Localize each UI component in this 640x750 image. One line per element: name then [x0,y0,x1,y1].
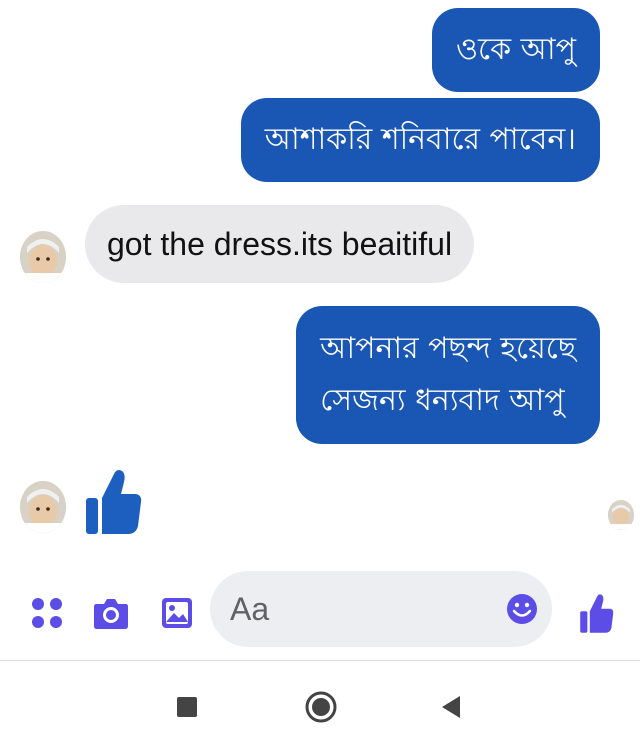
gallery-icon[interactable] [160,596,194,630]
avatar-photo [20,231,66,283]
avatar-photo [608,500,634,530]
navbar-divider [0,660,640,661]
outgoing-message-bubble[interactable]: আপনার পছন্দ হয়েছে সেজন্য ধন্যবাদ আপু [296,306,600,444]
like-icon[interactable] [578,592,616,634]
avatar-photo [20,481,66,533]
outgoing-message-bubble[interactable]: আশাকরি শনিবারে পাবেন। [240,98,600,182]
contact-avatar[interactable] [20,481,66,533]
message-text-line: সেজন্য ধন্যবাদ আপু [320,383,565,418]
seen-receipt-avatar [608,500,634,530]
message-text: got the dress.its beaitiful [107,226,453,262]
back-icon[interactable] [440,694,462,720]
like-sticker-icon[interactable] [84,466,144,536]
recent-apps-icon[interactable] [176,696,198,718]
incoming-message-bubble[interactable]: got the dress.its beaitiful [85,205,475,283]
message-text-line: আপনার পছন্দ হয়েছে [320,331,576,366]
message-text: ওকে আপু [455,32,576,67]
message-input-placeholder: Aa [230,591,270,627]
home-icon[interactable] [304,690,338,724]
outgoing-message-bubble[interactable]: ওকে আপু [431,8,600,92]
message-input[interactable]: Aa [210,571,552,647]
message-text: আশাকরি শনিবারে পাবেন। [264,122,576,157]
emoji-icon[interactable] [506,593,538,625]
menu-dots-icon[interactable] [30,596,64,630]
contact-avatar[interactable] [20,231,66,283]
camera-icon[interactable] [92,594,130,632]
